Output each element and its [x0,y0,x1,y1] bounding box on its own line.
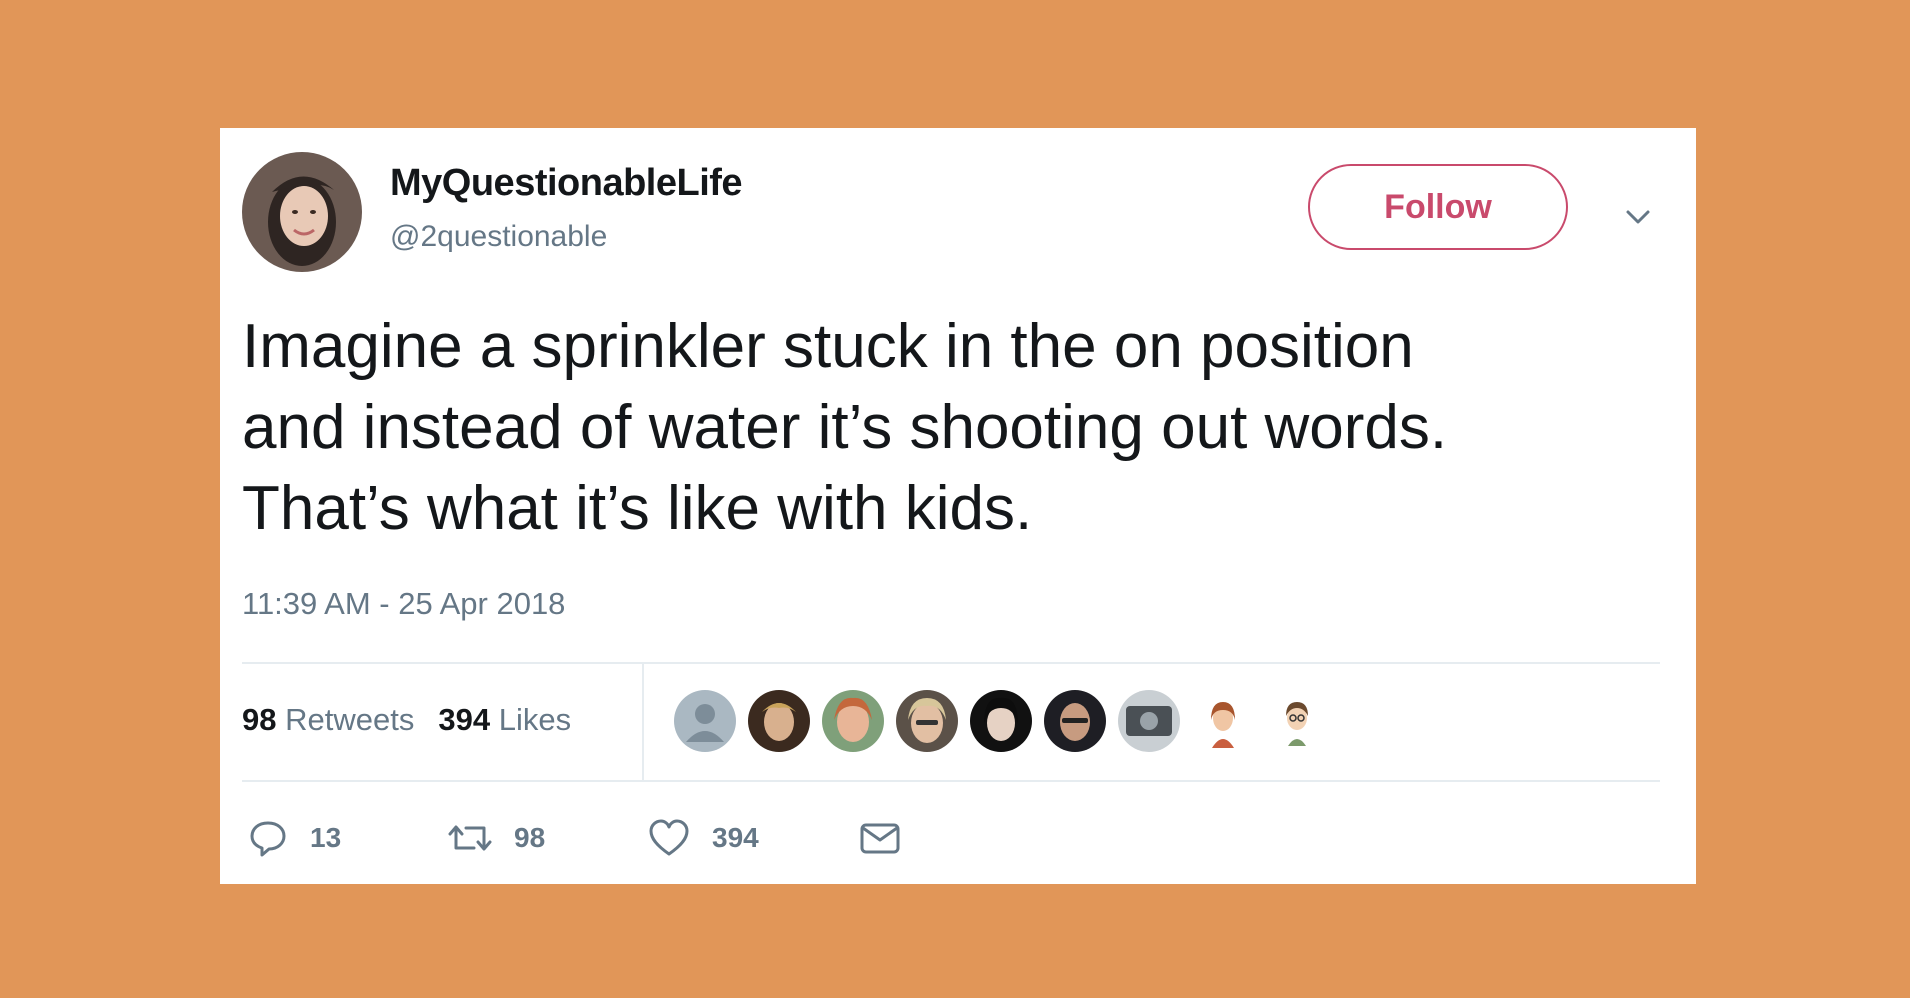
reply-icon [250,821,286,857]
dm-icon [860,823,900,854]
tweet-text: Imagine a sprinkler stuck in the on posi… [242,306,1662,549]
like-icon [649,819,689,856]
liker-avatar[interactable] [822,690,884,752]
liker-avatar[interactable] [1044,690,1106,752]
divider [242,780,1660,782]
liker-avatar[interactable] [1118,690,1180,752]
engagement-stats: 98 Retweets 394 Likes [242,702,571,738]
likes-label: Likes [498,702,572,737]
liker-avatar[interactable] [896,690,958,752]
retweets-count: 98 [242,702,277,737]
retweet-count: 98 [514,822,546,853]
user-handle[interactable]: @2questionable [390,220,607,254]
retweets-stat[interactable]: 98 Retweets [242,702,414,737]
chevron-down-icon[interactable] [1620,198,1656,234]
retweet-icon [448,825,492,851]
likes-stat[interactable]: 394 Likes [438,702,571,737]
direct-message-action[interactable] [858,818,902,858]
liker-avatar[interactable] [674,690,736,752]
reply-action[interactable]: 13 [248,818,341,858]
tweet-text-line: That’s what it’s like with kids. [242,474,1033,543]
liker-avatar[interactable] [1192,690,1254,752]
divider [242,662,1660,664]
liker-avatar[interactable] [748,690,810,752]
like-count: 394 [712,822,759,853]
tweet-text-line: Imagine a sprinkler stuck in the on posi… [242,312,1414,381]
liker-avatar[interactable] [970,690,1032,752]
tweet-timestamp[interactable]: 11:39 AM - 25 Apr 2018 [242,586,565,622]
likes-count: 394 [438,702,491,737]
retweet-action[interactable]: 98 [448,818,545,858]
follow-button[interactable]: Follow [1308,164,1568,250]
divider [642,664,644,780]
like-action[interactable]: 394 [648,818,759,858]
liker-avatar[interactable] [1266,690,1328,752]
profile-avatar[interactable] [242,152,362,272]
tweet-card: MyQuestionableLife @2questionable Follow… [220,128,1696,884]
display-name[interactable]: MyQuestionableLife [390,162,743,205]
tweet-text-line: and instead of water it’s shooting out w… [242,393,1448,462]
reply-count: 13 [310,822,342,853]
retweets-label: Retweets [285,702,415,737]
